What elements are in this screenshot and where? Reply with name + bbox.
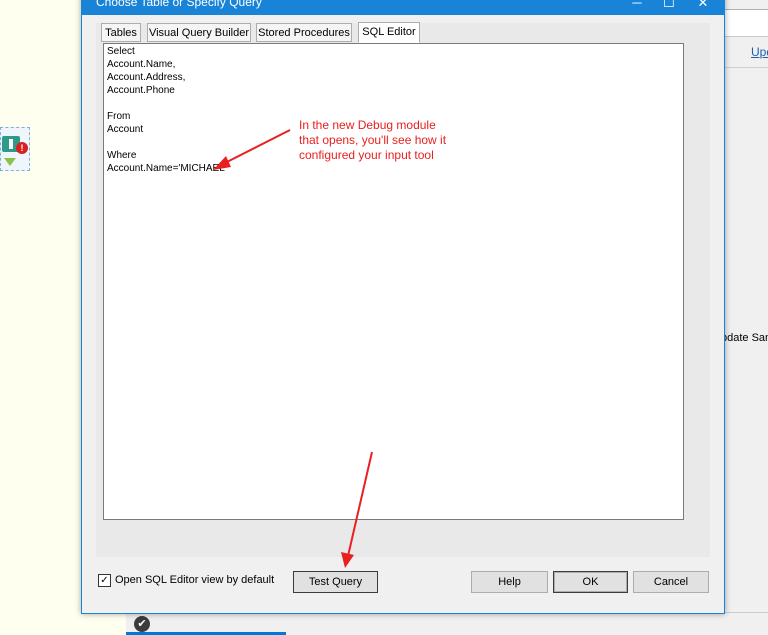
sql-line: Where (107, 150, 137, 161)
close-button[interactable]: ✕ (688, 0, 718, 15)
sql-line: Account.Phone (107, 85, 175, 96)
checkmark-icon: ✔ (134, 616, 150, 632)
sql-line: Account (107, 124, 144, 135)
configuration-panel: Upd pdate Sam (721, 0, 768, 634)
sql-line: Account.Name='MICHAEL' (107, 163, 227, 174)
test-query-button[interactable]: Test Query (293, 571, 378, 593)
update-sample-label: pdate Sam (721, 332, 768, 344)
ok-button[interactable]: OK (553, 571, 628, 593)
error-badge-icon: ! (16, 142, 28, 154)
dialog-titlebar[interactable]: Choose Table or Specify Query ─ ☐ ✕ (82, 0, 724, 15)
input-tool-icon[interactable]: ! (0, 127, 30, 171)
dialog-body: Tables Visual Query Builder Stored Proce… (96, 22, 710, 557)
update-link[interactable]: Upd (751, 45, 768, 59)
tab-stored-procedures[interactable]: Stored Procedures (256, 23, 352, 42)
minimize-button[interactable]: ─ (622, 0, 652, 15)
annotation-line: configured your input tool (299, 148, 434, 162)
query-dialog: Choose Table or Specify Query ─ ☐ ✕ Tabl… (81, 0, 725, 614)
tab-tables[interactable]: Tables (101, 23, 141, 42)
annotation-note: In the new Debug module that opens, you'… (299, 118, 446, 163)
sql-line: From (107, 111, 131, 122)
annotation-line: In the new Debug module (299, 118, 436, 132)
sql-line: Select (107, 46, 135, 57)
tab-visual-query-builder[interactable]: Visual Query Builder (147, 23, 251, 42)
panel-separator (723, 67, 768, 68)
sql-editor-textarea[interactable]: Select Account.Name, Account.Address, Ac… (103, 43, 684, 520)
default-view-label: Open SQL Editor view by default (115, 574, 275, 586)
output-anchor-icon (4, 158, 16, 166)
sql-line: Account.Address, (107, 72, 186, 83)
cancel-button[interactable]: Cancel (633, 571, 709, 593)
tab-sql-editor[interactable]: SQL Editor (358, 22, 420, 43)
sql-line: Account.Name, (107, 59, 176, 70)
maximize-button[interactable]: ☐ (654, 0, 684, 15)
dialog-title: Choose Table or Specify Query (96, 0, 262, 9)
help-button[interactable]: Help (471, 571, 548, 593)
results-strip: ✔ (126, 612, 768, 635)
workflow-canvas[interactable]: ! (0, 0, 82, 634)
annotation-line: that opens, you'll see how it (299, 133, 447, 147)
default-view-checkbox[interactable]: ✓ (98, 574, 111, 587)
panel-header (723, 10, 768, 37)
